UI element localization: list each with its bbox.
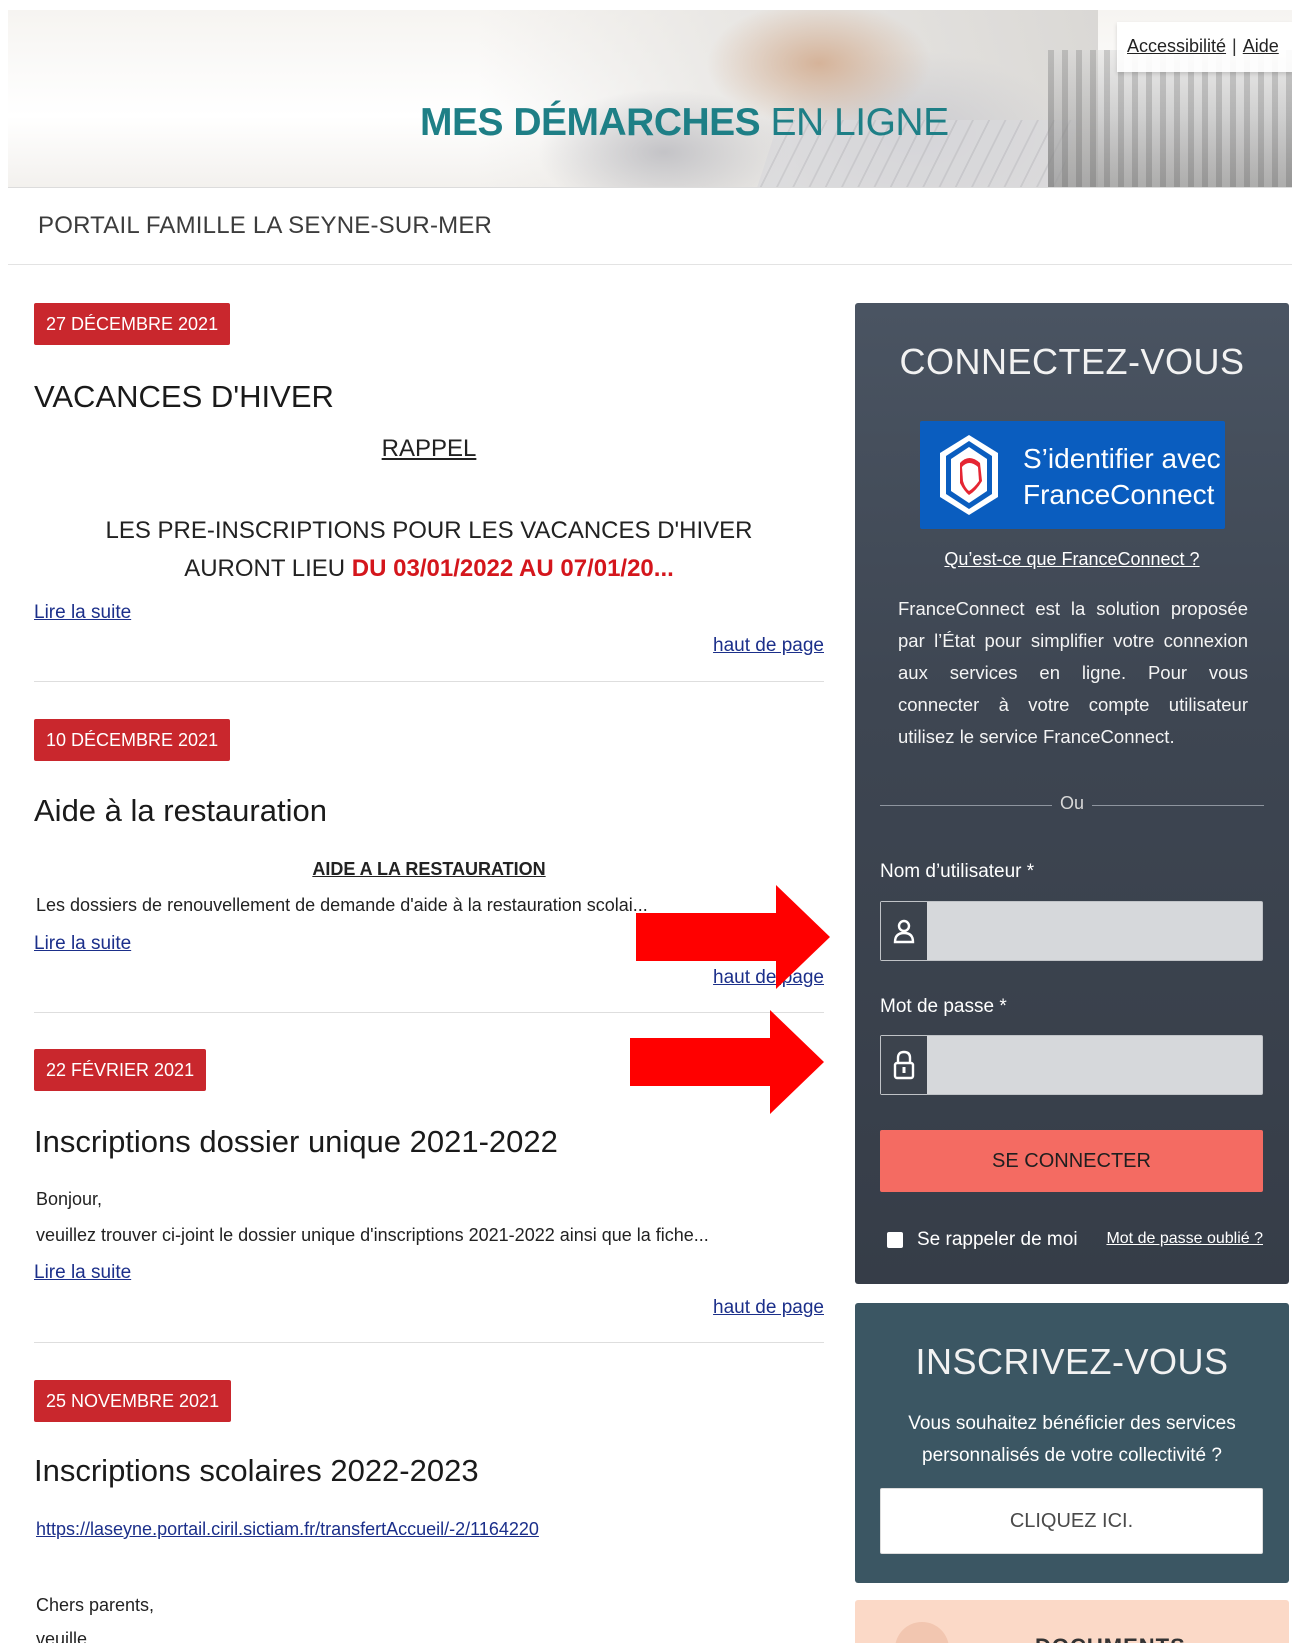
news-excerpt-line: LES PRE-INSCRIPTIONS POUR LES VACANCES D… [105,517,753,544]
header-banner: MES DÉMARCHES EN LIGNE Accessibilité | Aid… [8,10,1292,188]
username-input[interactable] [927,902,1262,960]
documents-title: DOCUMENTS [1035,1634,1186,1643]
password-field [880,1035,1263,1095]
news-subtitle: RAPPEL [381,435,477,462]
news-title: Aide à la restauration [34,793,327,828]
news-title: Inscriptions scolaires 2022-2023 [34,1453,479,1488]
password-label: Mot de passe * [880,996,1007,1017]
red-arrow-icon [630,1010,824,1114]
lock-icon [881,1036,927,1094]
date-badge: 10 DÉCEMBRE 2021 [34,719,231,761]
register-button[interactable]: CLIQUEZ ICI. [880,1488,1263,1554]
date-badge: 22 FÉVRIER 2021 [34,1049,207,1091]
franceconnect-info-link[interactable]: Qu’est-ce que FranceConnect ? [855,549,1289,570]
date-range-highlight: DU 03/01/2022 AU 07/01/20... [351,555,674,582]
user-icon [881,902,927,960]
password-input[interactable] [927,1036,1262,1094]
news-excerpt-line: Chers parents, [36,1595,155,1615]
login-title: CONNECTEZ-VOUS [899,341,1245,382]
help-link[interactable]: Aide [1243,36,1279,56]
or-label: Ou [1059,793,1084,813]
news-excerpt: Les dossiers de renouvellement de demand… [36,895,648,915]
register-title: INSCRIVEZ-VOUS [915,1341,1229,1382]
read-more-link[interactable]: Lire la suite [34,933,131,955]
checkbox-icon[interactable] [887,1232,903,1248]
register-panel: INSCRIVEZ-VOUS Vous souhaitez bénéficier… [855,1303,1289,1583]
date-badge: 27 DÉCEMBRE 2021 [34,303,231,345]
top-nav: Accessibilité | Aide [1117,22,1292,72]
back-to-top-link[interactable]: haut de page [713,635,824,657]
news-title: Inscriptions dossier unique 2021-2022 [34,1124,558,1159]
franceconnect-description: FranceConnect est la solution proposée p… [898,598,1248,747]
read-more-link[interactable]: Lire la suite [34,602,131,624]
forgot-password-link[interactable]: Mot de passe oublié ? [1106,1230,1263,1248]
franceconnect-button[interactable]: S’identifier avec FranceConnect [920,421,1225,529]
site-title: MES DÉMARCHES EN LIGNE [420,101,949,144]
documents-icon [895,1622,949,1643]
documents-panel: DOCUMENTS [855,1600,1289,1643]
franceconnect-label: S’identifier avec FranceConnect [1023,443,1221,510]
read-more-link[interactable]: Lire la suite [34,1262,131,1284]
red-arrow-icon [636,885,830,989]
remember-me-checkbox[interactable]: Se rappeler de moi [887,1229,1078,1251]
login-panel: CONNECTEZ-VOUS S’identifier avec FranceC… [855,303,1289,1284]
remember-me-label: Se rappeler de moi [917,1229,1078,1250]
news-divider [34,1342,824,1343]
news-url-link[interactable]: https://laseyne.portail.ciril.sictiam.fr… [36,1519,539,1540]
back-to-top-link[interactable]: haut de page [713,1297,824,1319]
username-field [880,901,1263,961]
news-title: VACANCES D'HIVER [34,379,334,414]
nav-separator: | [1232,36,1237,56]
franceconnect-logo-icon [940,435,998,515]
news-divider [34,681,824,682]
username-label: Nom d’utilisateur * [880,861,1035,882]
news-excerpt-line: veuillez trouver ci-joint le dossier uni… [36,1225,709,1245]
news-excerpt-line: AURONT LIEU DU 03/01/2022 AU 07/01/20... [184,555,674,582]
header-divider [8,264,1292,265]
date-badge: 25 NOVEMBRE 2021 [34,1380,232,1422]
news-excerpt-line: Bonjour, [36,1189,103,1209]
register-description: Vous souhaitez bénéficier des services p… [908,1413,1236,1466]
login-button[interactable]: SE CONNECTER [880,1130,1263,1192]
news-excerpt-line: veuille... [36,1629,103,1643]
news-subtitle: AIDE A LA RESTAURATION [312,859,546,879]
accessibility-link[interactable]: Accessibilité [1127,36,1226,56]
portal-title: PORTAIL FAMILLE LA SEYNE-SUR-MER [38,212,493,239]
